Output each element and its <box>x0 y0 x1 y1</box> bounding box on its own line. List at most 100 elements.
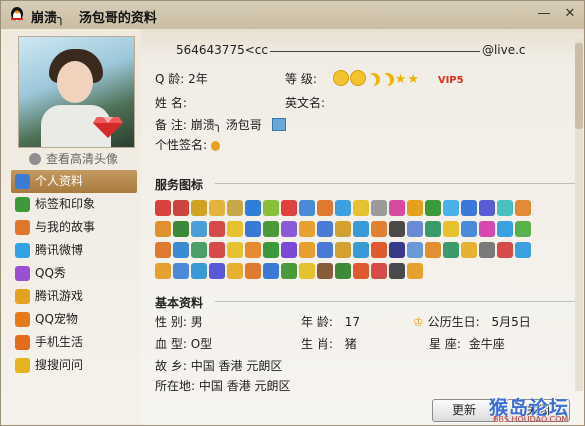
service-icon[interactable] <box>353 242 369 258</box>
service-icon[interactable] <box>461 200 477 216</box>
vertical-scrollbar[interactable] <box>575 39 583 391</box>
service-icon[interactable] <box>155 221 171 237</box>
sidebar-item-1[interactable]: 标签和印象 <box>11 193 137 216</box>
service-icon[interactable] <box>371 221 387 237</box>
service-icon[interactable] <box>479 242 495 258</box>
service-icon[interactable] <box>407 221 423 237</box>
service-icon[interactable] <box>209 200 225 216</box>
service-icon[interactable] <box>371 242 387 258</box>
vip-badge[interactable]: VIP5 <box>438 75 464 86</box>
service-icon[interactable] <box>191 263 207 279</box>
service-icon[interactable] <box>209 242 225 258</box>
service-icon[interactable] <box>191 200 207 216</box>
avatar[interactable] <box>18 36 135 148</box>
service-icon[interactable] <box>443 200 459 216</box>
service-icon[interactable] <box>173 221 189 237</box>
level-icons[interactable]: ★★ <box>332 70 424 87</box>
service-icon[interactable] <box>299 221 315 237</box>
service-icon[interactable] <box>263 263 279 279</box>
service-icon[interactable] <box>155 263 171 279</box>
sidebar-item-5[interactable]: 腾讯游戏 <box>11 285 137 308</box>
service-icon[interactable] <box>425 221 441 237</box>
close-window-button[interactable]: ✕ <box>561 5 579 22</box>
service-icon[interactable] <box>389 221 405 237</box>
service-icon[interactable] <box>443 221 459 237</box>
sidebar-item-8[interactable]: 搜搜问问 <box>11 354 137 377</box>
service-icon[interactable] <box>155 200 171 216</box>
service-icon[interactable] <box>173 242 189 258</box>
service-icon[interactable] <box>371 200 387 216</box>
service-icon[interactable] <box>425 200 441 216</box>
service-icon[interactable] <box>173 200 189 216</box>
service-icon[interactable] <box>281 200 297 216</box>
medal-icon[interactable] <box>210 141 220 151</box>
service-icon[interactable] <box>443 242 459 258</box>
service-icon[interactable] <box>407 242 423 258</box>
service-icon[interactable] <box>389 200 405 216</box>
service-icon[interactable] <box>209 263 225 279</box>
service-icon[interactable] <box>407 200 423 216</box>
service-icon[interactable] <box>335 221 351 237</box>
service-icon[interactable] <box>497 200 513 216</box>
service-icon[interactable] <box>209 221 225 237</box>
service-icon[interactable] <box>353 200 369 216</box>
service-icon[interactable] <box>281 263 297 279</box>
sidebar-item-4[interactable]: QQ秀 <box>11 262 137 285</box>
service-icon[interactable] <box>389 263 405 279</box>
service-icon[interactable] <box>371 263 387 279</box>
service-icon[interactable] <box>461 242 477 258</box>
service-icon[interactable] <box>497 242 513 258</box>
sidebar-item-0[interactable]: 个人资料 <box>11 170 137 193</box>
service-icon[interactable] <box>245 221 261 237</box>
service-icon[interactable] <box>155 242 171 258</box>
service-icon[interactable] <box>227 221 243 237</box>
service-icon[interactable] <box>227 263 243 279</box>
service-icon[interactable] <box>515 242 531 258</box>
service-icon-row <box>155 200 555 220</box>
service-icon[interactable] <box>479 221 495 237</box>
service-icon[interactable] <box>299 200 315 216</box>
service-icon[interactable] <box>281 242 297 258</box>
service-icon[interactable] <box>389 242 405 258</box>
service-icon[interactable] <box>245 263 261 279</box>
sidebar-item-6[interactable]: QQ宠物 <box>11 308 137 331</box>
service-icon[interactable] <box>407 263 423 279</box>
service-icon[interactable] <box>335 263 351 279</box>
service-icon[interactable] <box>263 221 279 237</box>
service-icon[interactable] <box>497 221 513 237</box>
service-icon[interactable] <box>335 242 351 258</box>
service-icon[interactable] <box>317 263 333 279</box>
service-icon[interactable] <box>515 221 531 237</box>
service-icon[interactable] <box>173 263 189 279</box>
view-hd-avatar-link[interactable]: 查看高清头像 <box>29 150 118 167</box>
service-icon[interactable] <box>299 263 315 279</box>
service-icon[interactable] <box>425 242 441 258</box>
sidebar-item-3[interactable]: 腾讯微博 <box>11 239 137 262</box>
service-icon[interactable] <box>353 221 369 237</box>
service-icon[interactable] <box>263 200 279 216</box>
scrollbar-thumb[interactable] <box>575 43 583 129</box>
minimize-button[interactable]: — <box>535 5 553 22</box>
service-icon[interactable] <box>191 242 207 258</box>
service-icon[interactable] <box>227 200 243 216</box>
service-icon[interactable] <box>227 242 243 258</box>
service-icon[interactable] <box>461 221 477 237</box>
service-icon[interactable] <box>245 242 261 258</box>
sidebar-item-7[interactable]: 手机生活 <box>11 331 137 354</box>
refresh-button[interactable]: 更新 <box>432 399 496 422</box>
service-icon[interactable] <box>515 200 531 216</box>
service-icon[interactable] <box>299 242 315 258</box>
service-icon[interactable] <box>335 200 351 216</box>
service-icon[interactable] <box>353 263 369 279</box>
service-icon[interactable] <box>191 221 207 237</box>
service-icon[interactable] <box>263 242 279 258</box>
service-icon[interactable] <box>245 200 261 216</box>
sidebar-item-2[interactable]: 与我的故事 <box>11 216 137 239</box>
title-bar[interactable]: 崩溃╮ 汤包哥的资料 — ✕ <box>1 1 584 29</box>
service-icon[interactable] <box>479 200 495 216</box>
service-icon[interactable] <box>281 221 297 237</box>
service-icon[interactable] <box>317 221 333 237</box>
service-icon[interactable] <box>317 242 333 258</box>
service-icon[interactable] <box>317 200 333 216</box>
edit-remark-icon[interactable] <box>271 118 286 131</box>
